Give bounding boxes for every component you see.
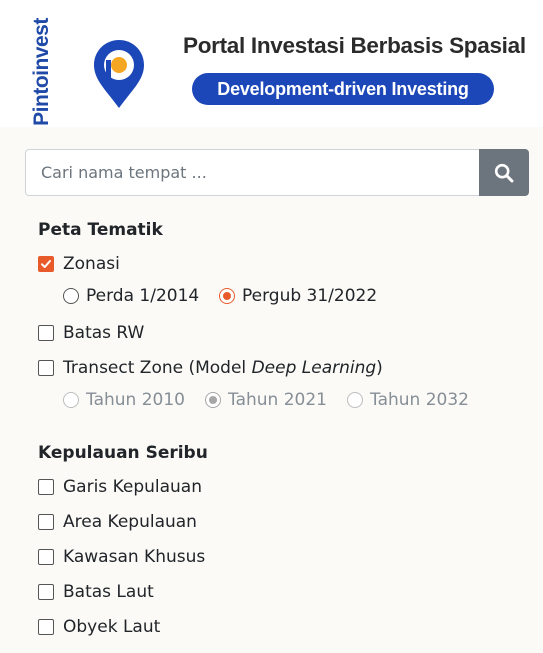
map-pin-logo-icon <box>94 40 144 108</box>
checkbox-unchecked-icon[interactable] <box>38 479 54 495</box>
search-input[interactable] <box>25 149 479 196</box>
checkbox-garis-kepulauan[interactable]: Garis Kepulauan <box>38 477 202 497</box>
transect-label: Transect Zone (Model Deep Learning) <box>63 358 383 378</box>
search-bar <box>25 149 529 196</box>
checkbox-zonasi[interactable]: Zonasi <box>38 254 120 274</box>
checkbox-transect-zone[interactable]: Transect Zone (Model Deep Learning) <box>38 358 383 378</box>
checkbox-batas-laut[interactable]: Batas Laut <box>38 582 154 602</box>
section-title-peta-tematik: Peta Tematik <box>38 220 163 240</box>
checkbox-batas-rw[interactable]: Batas RW <box>38 323 144 343</box>
radio-unselected-icon[interactable] <box>63 288 79 304</box>
list-item-label: Obyek Laut <box>63 617 161 637</box>
checkbox-unchecked-icon[interactable] <box>38 549 54 565</box>
radio-disabled-selected-icon[interactable] <box>205 392 221 408</box>
brand-name: Pintoinvest <box>30 18 53 126</box>
checkmark-icon <box>41 260 51 268</box>
tahun-2010-label: Tahun 2010 <box>86 390 185 410</box>
section-title-kepulauan-seribu: Kepulauan Seribu <box>38 443 208 463</box>
radio-tahun-2021[interactable]: Tahun 2021 <box>205 390 327 410</box>
pergub-label: Pergub 31/2022 <box>242 286 378 306</box>
tahun-2032-label: Tahun 2032 <box>370 390 469 410</box>
perda-label: Perda 1/2014 <box>86 286 200 306</box>
brand-logo-text: Pintoinvest <box>20 18 64 126</box>
checkbox-kawasan-khusus[interactable]: Kawasan Khusus <box>38 547 205 567</box>
radio-tahun-2032[interactable]: Tahun 2032 <box>347 390 469 410</box>
tahun-2021-label: Tahun 2021 <box>228 390 327 410</box>
radio-pergub[interactable]: Pergub 31/2022 <box>219 286 377 306</box>
checkbox-unchecked-icon[interactable] <box>38 514 54 530</box>
checkbox-unchecked-icon[interactable] <box>38 325 54 341</box>
checkbox-area-kepulauan[interactable]: Area Kepulauan <box>38 512 197 532</box>
batas-rw-label: Batas RW <box>63 323 145 343</box>
checkbox-obyek-laut[interactable]: Obyek Laut <box>38 617 160 637</box>
radio-selected-icon[interactable] <box>219 288 235 304</box>
checkbox-unchecked-icon[interactable] <box>38 360 54 376</box>
list-item-label: Area Kepulauan <box>63 512 197 532</box>
radio-tahun-2010[interactable]: Tahun 2010 <box>63 390 185 410</box>
list-item-label: Kawasan Khusus <box>63 547 206 567</box>
radio-disabled-icon[interactable] <box>63 392 79 408</box>
header: Pintoinvest Portal Investasi Berbasis Sp… <box>0 0 543 127</box>
checkbox-unchecked-icon[interactable] <box>38 584 54 600</box>
search-icon <box>494 163 514 182</box>
checkbox-unchecked-icon[interactable] <box>38 619 54 635</box>
checkbox-checked-icon[interactable] <box>38 256 54 272</box>
search-button[interactable] <box>479 149 529 196</box>
tagline-badge: Development-driven Investing <box>192 73 494 105</box>
list-item-label: Garis Kepulauan <box>63 477 202 497</box>
radio-perda[interactable]: Perda 1/2014 <box>63 286 199 306</box>
zonasi-label: Zonasi <box>63 254 120 274</box>
portal-title: Portal Investasi Berbasis Spasial <box>183 33 526 58</box>
list-item-label: Batas Laut <box>63 582 154 602</box>
radio-disabled-icon[interactable] <box>347 392 363 408</box>
